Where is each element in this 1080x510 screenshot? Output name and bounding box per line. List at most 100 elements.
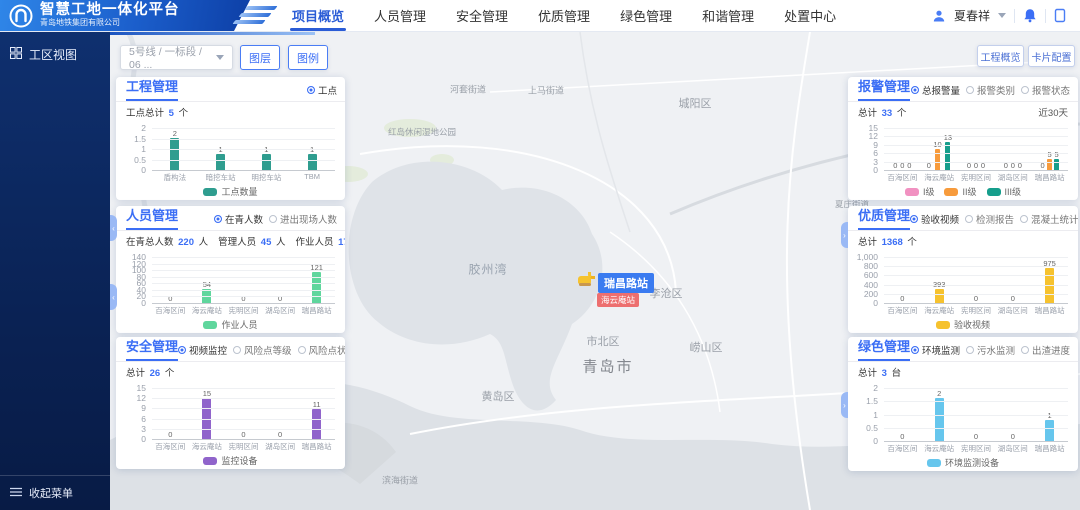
grid-view-icon [10, 47, 22, 62]
line-section-select[interactable]: 5号线 / 一标段 / 06 ... [120, 45, 233, 71]
radio-option[interactable]: 报警类别 [965, 83, 1015, 97]
stat-item: 总计 1368 个 [858, 237, 917, 248]
radio-option[interactable]: 环境监测 [910, 343, 960, 357]
sidebar-item-workzone-view[interactable]: 工区视图 [0, 32, 110, 77]
nav-item[interactable]: 处置中心 [782, 0, 838, 31]
main-nav: 项目概览 人员管理 安全管理 优质管理 绿色管理 和谐管理 处置中心 [290, 0, 838, 31]
stat-item: 工点总计 5 个 [126, 108, 189, 119]
chart-legend: 环境监测设备 [848, 454, 1078, 471]
legend-button[interactable]: 图例 [288, 45, 328, 70]
chart-legend: 作业人员 [116, 316, 345, 333]
y-axis-tick: 1 [873, 409, 878, 420]
stat-item: 管理人员 45 人 [218, 237, 286, 248]
y-axis-tick: 0.5 [866, 422, 878, 433]
nav-item[interactable]: 绿色管理 [618, 0, 674, 31]
collapse-menu-button[interactable]: 收起菜单 [0, 475, 110, 510]
bar-value-label: 0 [241, 430, 246, 439]
y-axis-tick: 0 [873, 436, 878, 446]
station-badge[interactable]: 瑞昌路站 [598, 273, 654, 293]
substation-badge[interactable]: 海云庵站 [597, 293, 640, 307]
chart-legend: 验收视频 [848, 316, 1078, 333]
bar-chart: 039300975 1,0008006004002000 [857, 252, 1068, 308]
layers-button[interactable]: 图层 [240, 45, 280, 70]
app-subtitle: 青岛地铁集团有限公司 [40, 18, 120, 28]
y-axis-tick: 6 [141, 413, 146, 424]
bar-chart: 0 15 0 0 11 15 12 9 6 3 0 [137, 383, 335, 444]
bar [312, 408, 322, 439]
x-axis-label: 百海区间 [155, 306, 186, 315]
panel-radio-group: 工点 [306, 83, 337, 101]
bar-value-label: 0 [973, 294, 979, 303]
x-axis-label: 湖岛区间 [997, 306, 1028, 315]
panel-collapse-handle[interactable]: › [841, 392, 848, 418]
nav-item[interactable]: 和谐管理 [700, 0, 756, 31]
radio-option[interactable]: 验收视频 [910, 212, 959, 226]
x-axis-label: 百海区间 [887, 306, 918, 315]
radio-option[interactable]: 风险点等级 [233, 343, 292, 357]
bar-value-label: 15 [202, 389, 212, 398]
radio-option[interactable]: 视频监控 [178, 343, 227, 357]
radio-option[interactable]: 报警状态 [1020, 83, 1070, 97]
bar-chart: 00001013000000055 15129630 [869, 123, 1068, 175]
nav-item[interactable]: 安全管理 [454, 0, 510, 31]
panel-collapse-handle[interactable]: ‹ [110, 284, 117, 310]
radio-option[interactable]: 工点 [306, 83, 337, 97]
x-axis-label: 湖岛区间 [265, 306, 296, 315]
radio-option[interactable]: 混凝土统计 [1020, 212, 1078, 226]
legend-item[interactable]: 环境监测设备 [926, 456, 999, 469]
radio-option[interactable]: 检测报告 [965, 212, 1014, 226]
y-axis-tick: 0 [141, 434, 146, 444]
bar-value-label: 0 [168, 430, 173, 439]
y-axis-tick: 0 [141, 165, 146, 175]
radio-option[interactable]: 总报警量 [910, 83, 960, 97]
left-sidebar: 工区视图 收起菜单 [0, 32, 110, 510]
y-axis-tick: 12 [136, 393, 146, 404]
bar [307, 154, 317, 170]
chart-legend: 监控设备 [116, 452, 345, 469]
chevron-down-icon[interactable] [998, 13, 1006, 18]
panel-collapse-handle[interactable]: ‹ [110, 215, 117, 241]
nav-item[interactable]: 优质管理 [536, 0, 592, 31]
radio-option[interactable]: 污水监测 [965, 343, 1015, 357]
panel-radio-group: 视频监控风险点等级风险点状态 [178, 343, 345, 361]
map-place-label: 青岛市 [582, 358, 634, 376]
notification-bell-icon[interactable] [1023, 8, 1037, 23]
panel-title: 工程管理 [126, 77, 179, 101]
legend-item[interactable]: I级 [904, 185, 934, 198]
x-axis-label: 瑞昌路站 [1034, 173, 1065, 182]
x-axis-label: 暗挖车站 [205, 173, 236, 182]
legend-item[interactable]: II级 [944, 185, 977, 198]
legend-item[interactable]: 作业人员 [203, 318, 258, 331]
legend-item[interactable]: 验收视频 [935, 318, 990, 331]
card-config-button[interactable]: 卡片配置 [1028, 45, 1075, 67]
panel-radio-group: 总报警量 报警类别 报警状态 [910, 83, 1070, 101]
y-axis-tick: 0 [873, 165, 878, 175]
radio-option[interactable]: 风险点状态 [297, 343, 345, 357]
panel-stats: 总计 26 个 [116, 362, 345, 380]
x-axis-label: 湖岛区间 [997, 173, 1028, 182]
legend-item[interactable]: III级 [986, 185, 1021, 198]
nav-item[interactable]: 人员管理 [372, 0, 428, 31]
legend-item[interactable]: 监控设备 [203, 454, 258, 467]
radio-option[interactable]: 进出现场人数 [268, 212, 337, 226]
logo-block: 智慧工地一体化平台 青岛地铁集团有限公司 [0, 0, 250, 31]
excavator-marker-icon[interactable] [578, 272, 595, 286]
bar-value-label: 0 [241, 294, 246, 303]
user-name[interactable]: 夏春祥 [954, 7, 990, 24]
fullscreen-icon[interactable] [1054, 8, 1066, 23]
x-axis-label: 海云庵站 [924, 173, 955, 182]
bar-chart: 0 54 0 0 121 140 120 100 80 60 40 20 0 [132, 252, 335, 308]
project-overview-button[interactable]: 工程概览 [977, 45, 1024, 67]
panel-note: 近30天 [1038, 108, 1068, 119]
y-axis-tick: 0 [141, 298, 146, 308]
panel-collapse-handle[interactable]: › [841, 222, 848, 248]
legend-item[interactable]: 工点数量 [203, 185, 258, 198]
bar-value-label: 5 [1054, 150, 1059, 160]
radio-option[interactable]: 出渣进度 [1020, 343, 1070, 357]
dashboard-panel: 报警管理 总报警量报警类别报警状态 总计 33 个近30天 0000101300… [848, 77, 1078, 200]
sidebar-item-label: 工区视图 [29, 48, 78, 62]
bar [934, 398, 944, 441]
radio-option[interactable]: 在青人数 [213, 212, 263, 226]
x-axis-label: 瑞昌路站 [1034, 306, 1065, 315]
nav-item[interactable]: 项目概览 [290, 0, 347, 31]
